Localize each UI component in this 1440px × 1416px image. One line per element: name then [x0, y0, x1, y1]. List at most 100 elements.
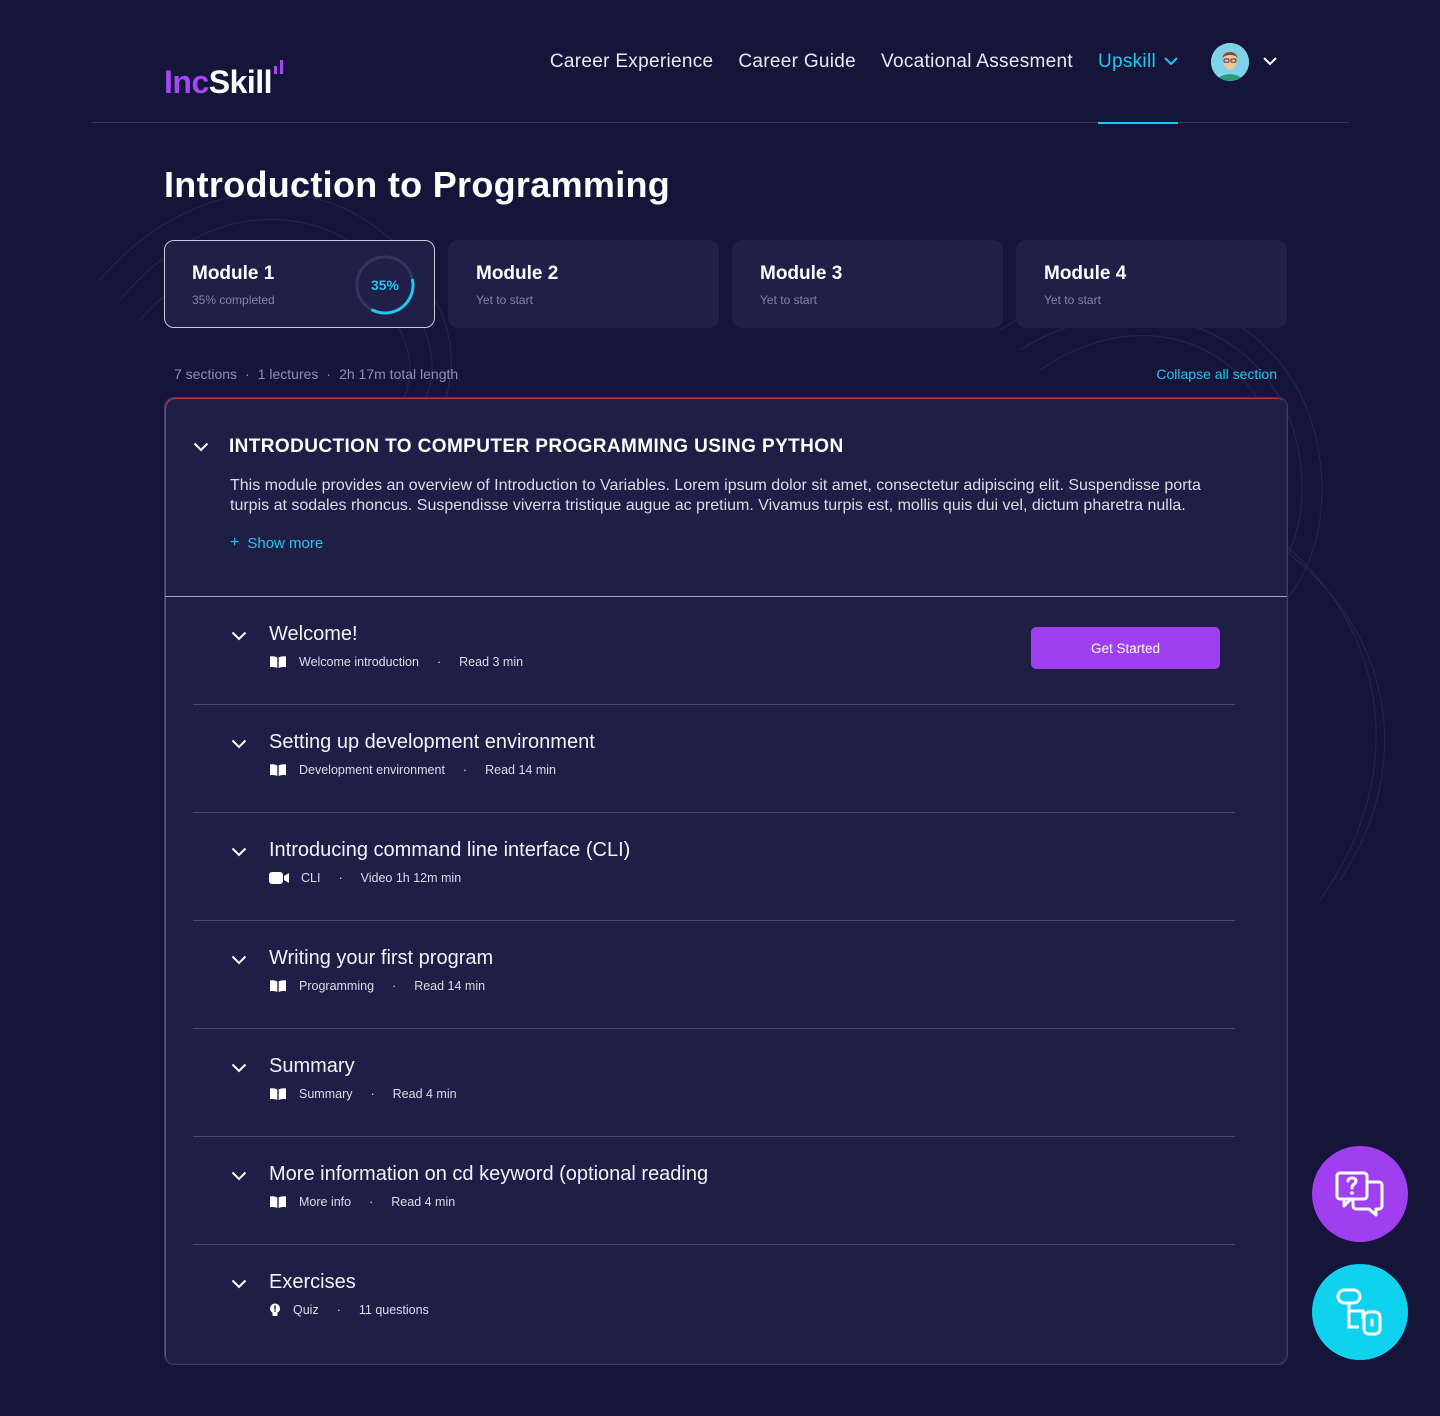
nav-career-experience[interactable]: Career Experience [550, 0, 714, 123]
collapse-all-link[interactable]: Collapse all section [1156, 366, 1277, 382]
section-description: This module provides an overview of Intr… [230, 477, 1201, 514]
lesson-item[interactable]: Writing your first program Programming ·… [193, 921, 1235, 1029]
lesson-detail: Read 14 min [414, 979, 486, 993]
user-menu[interactable] [1211, 42, 1277, 81]
chevron-down-icon[interactable] [231, 631, 247, 641]
nav-label: Upskill [1097, 50, 1156, 72]
meta-separator: · [369, 1195, 374, 1209]
lesson-meta: More info · Read 4 min [269, 1195, 455, 1209]
nav-label: Career Guide [738, 50, 857, 72]
sections-count: 7 sections [174, 366, 238, 382]
chevron-down-icon[interactable] [231, 1063, 247, 1073]
lectures-count: 1 lectures [257, 366, 319, 382]
lesson-topic: CLI [301, 871, 321, 885]
lesson-list: Welcome! Welcome introduction · Read 3 m… [193, 597, 1235, 1353]
page-title: Introduction to Programming [164, 164, 671, 205]
lesson-item[interactable]: Exercises Quiz · 11 questions [193, 1245, 1235, 1353]
lesson-topic: Programming [299, 979, 375, 993]
meta-separator: · [462, 763, 468, 777]
logo-suffix: Skill [208, 64, 273, 100]
video-icon [269, 872, 289, 884]
chevron-down-icon[interactable] [193, 442, 209, 452]
lesson-title: More information on cd keyword (optional… [269, 1163, 709, 1185]
meta-separator: · [436, 655, 442, 669]
lesson-meta: CLI · Video 1h 12m min [269, 871, 461, 885]
chevron-down-icon [1164, 57, 1178, 66]
lesson-detail: Read 4 min [392, 1087, 457, 1101]
flow-tool-icon [1336, 1288, 1382, 1336]
lesson-item[interactable]: Welcome! Welcome introduction · Read 3 m… [193, 597, 1235, 705]
module-card-1[interactable]: Module 1 35% completed 35% [164, 240, 435, 328]
book-icon [269, 655, 287, 669]
section-panel: INTRODUCTION TO COMPUTER PROGRAMMING USI… [164, 397, 1288, 1365]
plus-icon: + [230, 534, 240, 551]
lesson-title: Writing your first program [269, 947, 494, 969]
book-icon [269, 763, 287, 777]
user-avatar-icon [1211, 42, 1249, 81]
meta-separator: · [336, 1303, 341, 1317]
section-header: INTRODUCTION TO COMPUTER PROGRAMMING USI… [165, 398, 1287, 597]
meta-separator: · [245, 366, 250, 382]
progress-label: 35% [370, 277, 400, 293]
module-status: Yet to start [1044, 293, 1101, 307]
nav-label: Vocational Assesment [881, 50, 1073, 72]
module-card-2[interactable]: Module 2 Yet to start [448, 240, 719, 328]
nav-upskill[interactable]: Upskill [1097, 0, 1179, 124]
book-icon [269, 979, 287, 993]
lesson-title: Introducing command line interface (CLI) [269, 839, 631, 861]
chevron-down-icon[interactable] [231, 1171, 247, 1181]
chevron-down-icon[interactable] [231, 955, 247, 965]
lightbulb-icon [269, 1303, 281, 1317]
lesson-item[interactable]: Summary Summary · Read 4 min [193, 1029, 1235, 1137]
main-nav: Career Experience Career Guide Vocationa… [550, 0, 1349, 124]
lesson-title: Welcome! [269, 623, 358, 645]
module-name: Module 2 [476, 263, 559, 284]
meta-separator: · [326, 366, 332, 382]
lesson-topic: Welcome introduction [299, 655, 419, 669]
lesson-meta: Quiz · 11 questions [269, 1303, 429, 1317]
lesson-topic: Summary [299, 1087, 353, 1101]
module-tabs: Module 1 35% completed 35% Module 2 Yet … [164, 240, 1287, 328]
flow-tool-button[interactable] [1312, 1264, 1408, 1360]
lesson-detail: 11 questions [358, 1303, 429, 1317]
get-started-button[interactable]: Get Started [1031, 627, 1220, 669]
chevron-down-icon[interactable] [231, 1279, 247, 1289]
section-title-row[interactable]: INTRODUCTION TO COMPUTER PROGRAMMING USI… [193, 436, 1287, 458]
lesson-detail: Read 3 min [459, 655, 524, 669]
lesson-item[interactable]: Introducing command line interface (CLI)… [193, 813, 1235, 921]
help-chat-icon [1335, 1171, 1384, 1217]
section-title: INTRODUCTION TO COMPUTER PROGRAMMING USI… [229, 436, 844, 457]
chevron-down-icon[interactable] [231, 739, 247, 749]
total-length: 2h 17m total length [339, 366, 459, 382]
meta-separator: · [338, 871, 343, 885]
module-status: Yet to start [476, 293, 533, 307]
nav-label: Career Experience [549, 50, 714, 72]
book-icon [269, 1087, 287, 1101]
chevron-down-icon[interactable] [231, 847, 247, 857]
lesson-topic: More info [299, 1195, 352, 1209]
lesson-detail: Read 4 min [391, 1195, 456, 1209]
nav-career-guide[interactable]: Career Guide [738, 0, 856, 123]
nav-vocational-assesment[interactable]: Vocational Assesment [881, 0, 1073, 123]
module-card-4[interactable]: Module 4 Yet to start [1016, 240, 1287, 328]
logo[interactable]: IncSkill [164, 62, 273, 102]
module-name: Module 4 [1044, 263, 1127, 284]
lesson-detail: Video 1h 12m min [360, 871, 462, 885]
show-more-link[interactable]: + Show more [230, 534, 1287, 552]
show-more-label: Show more [247, 534, 324, 552]
lesson-topic: Development environment [299, 763, 445, 777]
meta-separator: · [370, 1087, 375, 1101]
lesson-title: Summary [269, 1055, 355, 1077]
course-meta: 7 sections · 1 lectures · 2h 17m total l… [174, 366, 458, 382]
lesson-item[interactable]: Setting up development environment Devel… [193, 705, 1235, 813]
module-name: Module 3 [760, 263, 843, 284]
lesson-item[interactable]: More information on cd keyword (optional… [193, 1137, 1235, 1245]
help-chat-button[interactable] [1312, 1146, 1408, 1242]
lesson-meta: Summary · Read 4 min [269, 1087, 457, 1101]
lesson-title: Exercises [269, 1271, 356, 1293]
lesson-title: Setting up development environment [269, 731, 595, 753]
logo-bars-icon [274, 60, 283, 74]
module-card-3[interactable]: Module 3 Yet to start [732, 240, 1003, 328]
module-status: Yet to start [760, 293, 817, 307]
lesson-topic: Quiz [293, 1303, 319, 1317]
